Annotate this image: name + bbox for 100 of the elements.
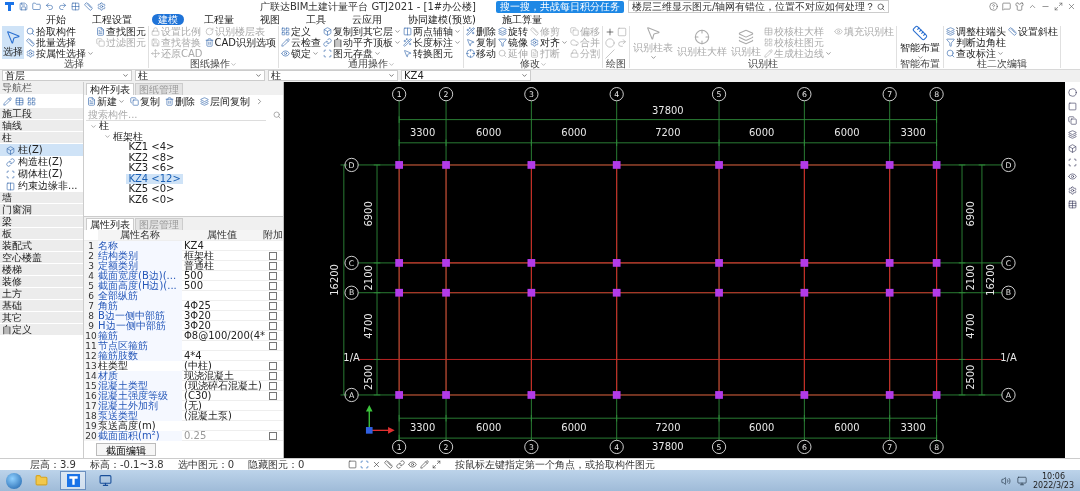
tree-item[interactable]: KZ2 <8>	[126, 152, 177, 163]
ribbon-button[interactable]: 两点辅轴	[403, 26, 462, 37]
ribbon-button[interactable]: 锁定	[281, 48, 322, 59]
menu-tab[interactable]: 工程量	[198, 13, 240, 25]
tree-node[interactable]: 框架柱	[113, 131, 143, 142]
property-value[interactable]: KZ4	[182, 241, 262, 251]
nav-category[interactable]: 其它	[0, 312, 83, 324]
nav-category[interactable]: 楼梯	[0, 264, 83, 276]
nav-category[interactable]: 墙	[0, 192, 83, 204]
status-text: 隐藏图元：0	[248, 459, 305, 470]
property-value[interactable]: (无)	[182, 401, 262, 411]
nav-category[interactable]: 柱	[0, 132, 83, 144]
ribbon-button[interactable]: 长度标注	[403, 37, 462, 48]
property-value[interactable]: 500	[182, 271, 262, 281]
section-edit-button[interactable]: 截面编辑	[96, 443, 156, 456]
panel-tab[interactable]: 属性列表	[86, 218, 134, 230]
dropdown-field[interactable]: 首层	[2, 70, 132, 81]
menu-tab[interactable]: 建模	[152, 13, 184, 25]
nav-category[interactable]: 门窗洞	[0, 204, 83, 216]
tree-item[interactable]: KZ5 <0>	[126, 184, 177, 195]
tree-item[interactable]: KZ4 <12>	[126, 173, 183, 184]
dropdown-field[interactable]: KZ4	[401, 70, 531, 81]
tree-item[interactable]: KZ1 <4>	[126, 142, 177, 153]
property-value[interactable]: 普通柱	[182, 261, 262, 271]
menu-tab[interactable]: 施工算量	[495, 13, 548, 25]
dropdown-field[interactable]: 柱	[268, 70, 398, 81]
nav-item[interactable]: 柱(Z)	[0, 144, 83, 156]
property-value[interactable]: 4Φ25	[182, 301, 262, 311]
ribbon-button[interactable]: 按属性选择	[26, 48, 94, 59]
ribbon-button[interactable]: 批量选择	[26, 37, 94, 48]
panel-tab[interactable]: 构件列表	[86, 83, 134, 95]
clock[interactable]: 10:06 2022/3/23	[1032, 471, 1074, 490]
search-tip-banner[interactable]: 搜一搜，共战每日积分任务	[496, 0, 625, 13]
property-value[interactable]: 500	[182, 281, 262, 291]
dimension-text: 2100	[964, 265, 976, 291]
property-value[interactable]: (混凝土泵)	[182, 411, 262, 421]
toolbar-button[interactable]: 新建	[87, 96, 125, 107]
ribbon-button[interactable]: 移动	[466, 48, 497, 59]
property-value[interactable]: (C30)	[182, 391, 262, 401]
nav-category[interactable]: 梁	[0, 216, 83, 228]
tree-item[interactable]: KZ3 <6>	[126, 163, 177, 174]
dimension-text: 6000	[834, 422, 860, 434]
ribbon-button[interactable]: 拾取构件	[26, 26, 94, 37]
nav-category[interactable]: 土方	[0, 288, 83, 300]
ribbon-button[interactable]: 转换图元	[403, 48, 462, 59]
ribbon-button[interactable]: 对齐	[530, 37, 569, 48]
nav-category[interactable]: 板	[0, 228, 83, 240]
property-value[interactable]: 3Φ20	[182, 311, 262, 321]
ribbon-button[interactable]: 选择	[2, 26, 24, 59]
ribbon-button[interactable]: 判断边角柱	[946, 37, 1007, 48]
property-name: 截面宽度(B边)(...	[98, 271, 182, 281]
ribbon-button[interactable]: 云检查	[281, 37, 322, 48]
property-name: 泵送类型	[98, 411, 182, 421]
nav-category[interactable]: 轴线	[0, 120, 83, 132]
tree-node[interactable]: 柱	[99, 121, 109, 132]
row-number: 2	[84, 251, 98, 261]
property-value[interactable]: 现浇混凝土	[182, 371, 262, 381]
ribbon-button[interactable]: 智能布置	[899, 26, 942, 59]
menu-tab[interactable]: 工程设置	[86, 13, 138, 25]
menu-tab[interactable]: 协同建模(预览)	[402, 13, 482, 25]
toolbar-button[interactable]: 复制	[130, 96, 160, 107]
menu-tab[interactable]: 工具	[300, 13, 332, 25]
nav-category[interactable]: 施工段	[0, 108, 83, 120]
ribbon-button[interactable]: 查找图元	[96, 26, 146, 37]
dimension-text: 3300	[409, 422, 436, 434]
property-value[interactable]: (中柱)	[182, 361, 262, 371]
ribbon-button[interactable]: 复制	[466, 37, 497, 48]
nav-category[interactable]: 装修	[0, 276, 83, 288]
ribbon-button[interactable]: 调整柱端头	[946, 26, 1007, 37]
menu-tab[interactable]: 云应用	[346, 13, 388, 25]
button-label: 智能布置	[900, 41, 941, 53]
ribbon-button[interactable]: 删除	[466, 26, 497, 37]
property-value[interactable]: 框架柱	[182, 251, 262, 261]
nav-category[interactable]: 装配式	[0, 240, 83, 252]
menu-tab[interactable]: 视图	[254, 13, 286, 25]
ribbon-button[interactable]: CAD识别选项	[204, 37, 277, 48]
ribbon-button[interactable]: 镜像	[498, 37, 529, 48]
nav-category[interactable]: 基础	[0, 300, 83, 312]
dimension-text: 6000	[476, 422, 502, 434]
help-search-field[interactable]: 楼层三维显示图元/轴网有错位，位置不对应如何处理？	[628, 0, 890, 13]
ribbon-button[interactable]: 查改标注	[946, 48, 1007, 59]
toolbar-button[interactable]: 层间复制	[200, 96, 250, 107]
search-field[interactable]: 搜索构件...	[86, 108, 266, 121]
property-value[interactable]: (现浇碎石混凝土)	[182, 381, 262, 391]
nav-category[interactable]: 自定义	[0, 324, 83, 336]
toolbar-button[interactable]: 删除	[165, 96, 195, 107]
menu-tab[interactable]: 开始	[40, 13, 72, 25]
nav-category[interactable]: 空心楼盖	[0, 252, 83, 264]
property-value[interactable]: 4*4	[182, 351, 262, 361]
tree-item[interactable]: KZ6 <0>	[126, 194, 177, 205]
group-label: 识别柱	[748, 59, 779, 69]
ribbon-button[interactable]: 复制到其它层	[323, 26, 402, 37]
dropdown-field[interactable]: 柱	[135, 70, 265, 81]
property-value[interactable]: 3Φ20	[182, 321, 262, 331]
ribbon-button[interactable]: 设置斜柱	[1008, 26, 1059, 37]
group-label: 通用操作	[347, 59, 395, 69]
ribbon-button[interactable]: 旋转	[498, 26, 529, 37]
ribbon-button[interactable]: 定义	[281, 26, 322, 37]
ribbon-button[interactable]: 图元存盘	[323, 48, 402, 59]
ribbon-button[interactable]: 自动平齐顶板	[323, 37, 402, 48]
